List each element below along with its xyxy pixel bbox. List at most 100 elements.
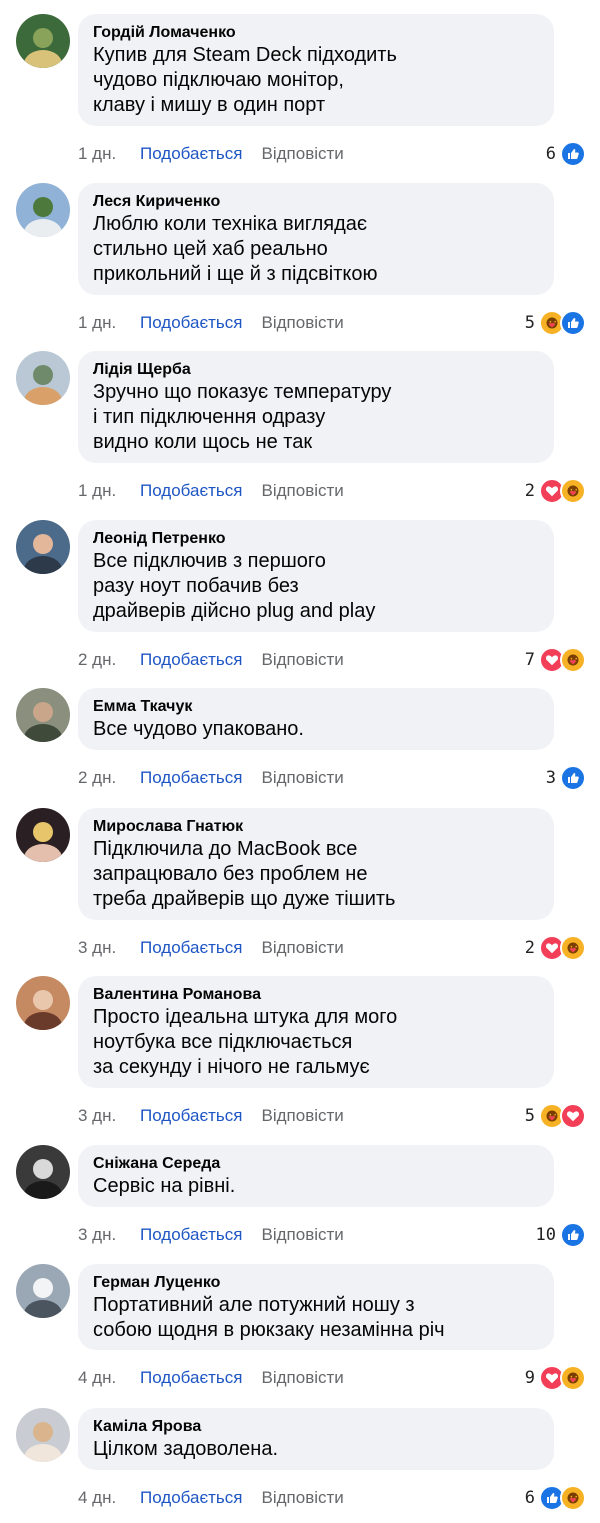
- reply-link[interactable]: Відповісти: [262, 1367, 344, 1389]
- comment-author[interactable]: Валентина Романова: [93, 985, 540, 1005]
- reply-link[interactable]: Відповісти: [262, 937, 344, 959]
- comment-bubble: Сніжана Середа Сервіс на рівні.: [78, 1145, 554, 1207]
- care-icon: [560, 478, 586, 504]
- avatar[interactable]: [16, 808, 70, 862]
- like-link[interactable]: Подобається: [140, 312, 243, 334]
- reply-link[interactable]: Відповісти: [262, 1487, 344, 1509]
- comment-bubble: Емма Ткачук Все чудово упаковано.: [78, 688, 554, 750]
- comment: Каміла Ярова Цілком задоволена. 4 дн. Подоб…: [0, 1408, 600, 1513]
- reaction-icons: [539, 478, 586, 504]
- comment-author[interactable]: Мирослава Гнатюк: [93, 817, 540, 837]
- comment-author[interactable]: Емма Ткачук: [93, 697, 540, 717]
- reaction-icons: [539, 1365, 586, 1391]
- like-icon: [560, 310, 586, 336]
- avatar[interactable]: [16, 183, 70, 237]
- reaction-summary[interactable]: 3: [546, 765, 586, 791]
- comment: Герман Луценко Портативний але потужний н…: [0, 1264, 600, 1393]
- reaction-summary[interactable]: 5: [525, 310, 586, 336]
- comment-timestamp[interactable]: 1 дн.: [78, 480, 140, 502]
- like-link[interactable]: Подобається: [140, 1224, 243, 1246]
- comment-text: Купив для Steam Deck підходить чудово пі…: [93, 44, 397, 116]
- avatar[interactable]: [16, 351, 70, 405]
- reaction-icons: [560, 1222, 586, 1248]
- comment-author[interactable]: Лідія Щерба: [93, 360, 540, 380]
- care-icon: [560, 935, 586, 961]
- comment: Сніжана Середа Сервіс на рівні. 3 дн. Подоб…: [0, 1145, 600, 1250]
- like-icon: [560, 765, 586, 791]
- reaction-count: 7: [524, 650, 535, 670]
- comment-bubble: Герман Луценко Портативний але потужний н…: [78, 1264, 554, 1350]
- reaction-icons: [539, 310, 586, 336]
- comment-author[interactable]: Каміла Ярова: [93, 1417, 540, 1437]
- reply-link[interactable]: Відповісти: [262, 480, 344, 502]
- reply-link[interactable]: Відповісти: [262, 1105, 344, 1127]
- comment-actions: 3 дн. Подобається Відповісти: [78, 1224, 344, 1246]
- comment-actions: 2 дн. Подобається Відповісти: [78, 649, 344, 671]
- comment-timestamp[interactable]: 2 дн.: [78, 649, 140, 671]
- comment-timestamp[interactable]: 3 дн.: [78, 1105, 140, 1127]
- reply-link[interactable]: Відповісти: [262, 1224, 344, 1246]
- comment-timestamp[interactable]: 1 дн.: [78, 143, 140, 165]
- comment-actions: 1 дн. Подобається Відповісти: [78, 143, 344, 165]
- comment-author[interactable]: Герман Луценко: [93, 1273, 540, 1293]
- reaction-icons: [539, 1103, 586, 1129]
- comment-bubble: Леонід Петренко Все підключив з першого р…: [78, 520, 554, 632]
- like-link[interactable]: Подобається: [140, 143, 243, 165]
- comment: Лідія Щерба Зручно що показує температуру…: [0, 351, 600, 506]
- comment-author[interactable]: Гордій Ломаченко: [93, 23, 540, 43]
- reaction-summary[interactable]: 2: [525, 478, 586, 504]
- like-link[interactable]: Подобається: [140, 1367, 243, 1389]
- comment-bubble: Леся Кириченко Люблю коли техніка вигляда…: [78, 183, 554, 295]
- reaction-summary[interactable]: 6: [525, 1485, 586, 1511]
- reaction-summary[interactable]: 5: [525, 1103, 586, 1129]
- like-link[interactable]: Подобається: [140, 480, 243, 502]
- comment-actions: 3 дн. Подобається Відповісти: [78, 937, 344, 959]
- comment-author[interactable]: Сніжана Середа: [93, 1154, 540, 1174]
- reaction-icons: [560, 141, 586, 167]
- reply-link[interactable]: Відповісти: [262, 649, 344, 671]
- like-link[interactable]: Подобається: [140, 767, 243, 789]
- avatar[interactable]: [16, 1145, 70, 1199]
- avatar[interactable]: [16, 1408, 70, 1462]
- comment-actions: 2 дн. Подобається Відповісти: [78, 767, 344, 789]
- comment-text: Просто ідеальна штука для мого ноутбука …: [93, 1006, 398, 1078]
- reaction-icons: [560, 765, 586, 791]
- like-link[interactable]: Подобається: [140, 1487, 243, 1509]
- reaction-summary[interactable]: 9: [525, 1365, 586, 1391]
- reaction-icons: [539, 647, 586, 673]
- comment-text: Все підключив з першого разу ноут побачи…: [93, 550, 376, 622]
- avatar[interactable]: [16, 14, 70, 68]
- reaction-count: 6: [545, 144, 556, 164]
- like-link[interactable]: Подобається: [140, 649, 243, 671]
- comment-timestamp[interactable]: 3 дн.: [78, 1224, 140, 1246]
- comment-text: Сервіс на рівні.: [93, 1175, 236, 1197]
- avatar[interactable]: [16, 520, 70, 574]
- reaction-summary[interactable]: 10: [536, 1222, 586, 1248]
- reaction-summary[interactable]: 7: [525, 647, 586, 673]
- like-link[interactable]: Подобається: [140, 937, 243, 959]
- avatar[interactable]: [16, 1264, 70, 1318]
- comment-timestamp[interactable]: 4 дн.: [78, 1367, 140, 1389]
- comment-timestamp[interactable]: 1 дн.: [78, 312, 140, 334]
- comment-bubble: Лідія Щерба Зручно що показує температуру…: [78, 351, 554, 463]
- like-link[interactable]: Подобається: [140, 1105, 243, 1127]
- comment-timestamp[interactable]: 2 дн.: [78, 767, 140, 789]
- reaction-summary[interactable]: 2: [525, 935, 586, 961]
- reaction-count: 2: [524, 938, 535, 958]
- reply-link[interactable]: Відповісти: [262, 767, 344, 789]
- reply-link[interactable]: Відповісти: [262, 312, 344, 334]
- comment-text: Люблю коли техніка виглядає стильно цей …: [93, 213, 378, 285]
- care-icon: [560, 1365, 586, 1391]
- avatar[interactable]: [16, 976, 70, 1030]
- comment-author[interactable]: Леся Кириченко: [93, 192, 540, 212]
- reply-link[interactable]: Відповісти: [262, 143, 344, 165]
- comment: Леонід Петренко Все підключив з першого р…: [0, 520, 600, 675]
- reaction-summary[interactable]: 6: [546, 141, 586, 167]
- comment-text: Цілком задоволена.: [93, 1438, 278, 1460]
- avatar[interactable]: [16, 688, 70, 742]
- comment-timestamp[interactable]: 4 дн.: [78, 1487, 140, 1509]
- comment-bubble: Каміла Ярова Цілком задоволена.: [78, 1408, 554, 1470]
- reaction-count: 5: [524, 1106, 535, 1126]
- comment-author[interactable]: Леонід Петренко: [93, 529, 540, 549]
- comment-timestamp[interactable]: 3 дн.: [78, 937, 140, 959]
